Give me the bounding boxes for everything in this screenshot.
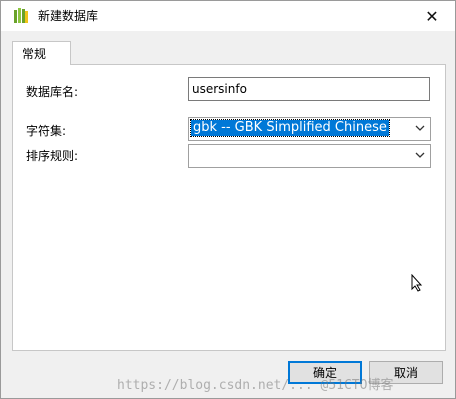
database-app-icon [14, 8, 28, 23]
mouse-cursor-icon [411, 274, 423, 292]
chevron-down-icon [415, 152, 425, 158]
title-bar: 新建数据库 ✕ [1, 1, 455, 31]
collation-selected-value [191, 147, 195, 163]
tab-general[interactable]: 常规 [12, 41, 71, 65]
tab-general-label: 常规 [22, 47, 47, 61]
collation-select[interactable] [188, 144, 431, 168]
db-name-label: 数据库名: [26, 85, 79, 99]
collation-label: 排序规则: [26, 149, 79, 163]
db-name-value: usersinfo [192, 82, 247, 96]
charset-selected-value: gbk -- GBK Simplified Chinese [190, 119, 390, 137]
db-name-input[interactable]: usersinfo [188, 77, 430, 101]
charset-select[interactable]: gbk -- GBK Simplified Chinese [188, 117, 431, 141]
charset-label: 字符集: [26, 124, 67, 138]
chevron-down-icon [415, 125, 425, 131]
ok-button[interactable]: 确定 [288, 361, 362, 384]
window-title: 新建数据库 [38, 9, 99, 23]
general-panel [12, 64, 446, 351]
close-icon[interactable]: ✕ [409, 1, 455, 31]
new-database-dialog: 新建数据库 ✕ 常规 数据库名: usersinfo 字符集: gbk -- G… [0, 0, 456, 399]
cancel-button[interactable]: 取消 [369, 361, 443, 384]
